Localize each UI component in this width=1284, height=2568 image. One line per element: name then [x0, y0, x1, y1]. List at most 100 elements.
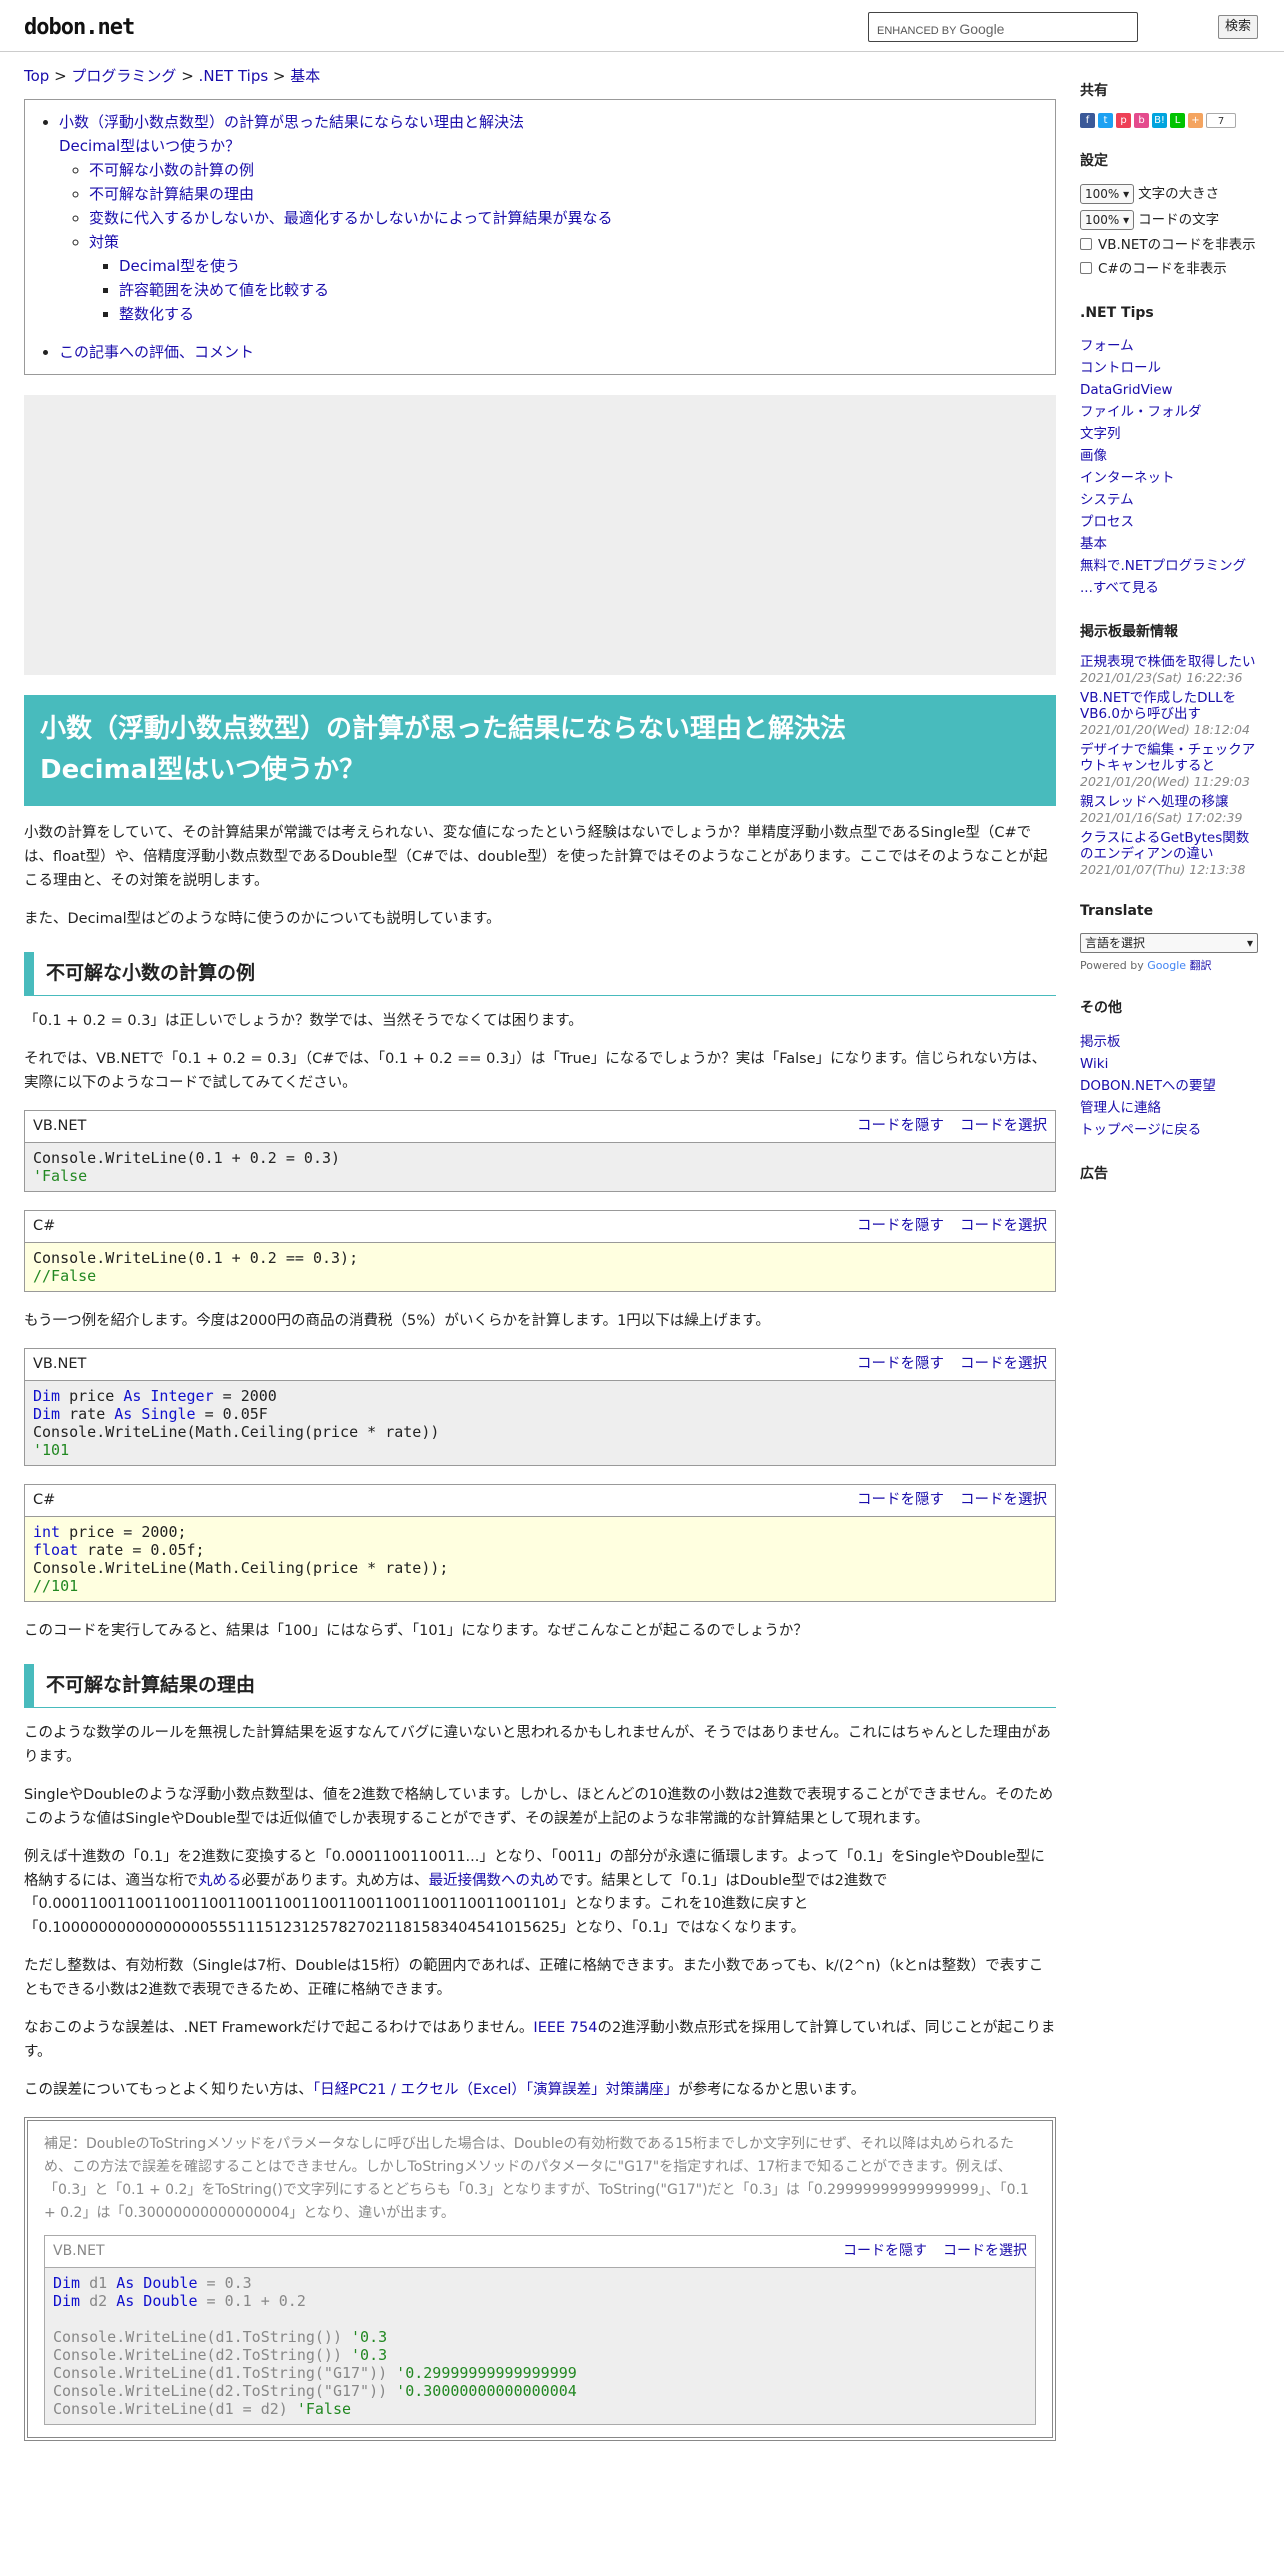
nikkei-link[interactable]: 「日経PC21 / エクセル（Excel）「演算誤差」対策講座」	[313, 2082, 678, 2098]
hatena-icon[interactable]: B!	[1152, 113, 1167, 129]
breadcrumb: Top > プログラミング > .NET Tips > 基本	[24, 67, 321, 85]
site-header: dobon.net ENHANCED BY Google 検索	[0, 0, 1284, 52]
round-half-even-link[interactable]: 最近接偶数への丸め	[429, 1873, 560, 1889]
paragraph: 例えば十進数の「0.1」を2進数に変換すると「0.0001100110011..…	[24, 1848, 1045, 1937]
code-body[interactable]: Console.WriteLine(0.1 + 0.2 == 0.3); //F…	[25, 1242, 1055, 1291]
other-title: その他	[1080, 1000, 1122, 1017]
toc-link-main-sub[interactable]: Decimal型はいつ使うか？	[59, 137, 240, 155]
tips-link[interactable]: DataGridView	[1080, 379, 1260, 401]
toc-link-reason[interactable]: 不可解な計算結果の理由	[89, 185, 254, 203]
toc-link-integer[interactable]: 整数化する	[119, 305, 194, 323]
other-link[interactable]: 管理人に連絡	[1080, 1097, 1260, 1119]
bbs-item: 正規表現で株価を取得したい 2021/01/23(Sat) 16:22:36	[1080, 654, 1256, 686]
facebook-icon[interactable]: f	[1080, 113, 1095, 129]
tips-title: .NET Tips	[1080, 304, 1154, 321]
tips-link[interactable]: ファイル・フォルダ	[1080, 401, 1260, 423]
toc-link-example[interactable]: 不可解な小数の計算の例	[89, 161, 254, 179]
hide-code-button[interactable]: コードを隠す	[843, 2243, 927, 2259]
hide-code-button[interactable]: コードを隠す	[857, 1356, 944, 1372]
paragraph: なおこのような誤差は、.NET Frameworkだけで起こるわけではありません…	[24, 2020, 1056, 2061]
tips-link[interactable]: フォーム	[1080, 335, 1260, 357]
font-size-select[interactable]: 100% ▾	[1080, 184, 1135, 205]
rounding-link[interactable]: 丸める	[198, 1873, 242, 1889]
hide-vb-checkbox[interactable]	[1080, 237, 1092, 250]
select-code-button[interactable]: コードを選択	[960, 1492, 1047, 1508]
pocket-icon[interactable]: p	[1116, 113, 1131, 129]
hide-code-button[interactable]: コードを隠す	[857, 1492, 944, 1508]
code-lang-label: C#	[33, 1491, 56, 1508]
tips-link[interactable]: ...すべて見る	[1080, 577, 1260, 599]
plus-icon[interactable]: +	[1188, 113, 1203, 129]
tips-link[interactable]: コントロール	[1080, 357, 1260, 379]
paragraph: SingleやDoubleのような浮動小数点数型は、値を2進数で格納しています。…	[24, 1786, 1054, 1827]
code-size-select[interactable]: 100% ▾	[1080, 210, 1135, 231]
bbs-title: 掲示板最新情報	[1080, 624, 1178, 641]
hide-code-button[interactable]: コードを隠す	[857, 1118, 944, 1134]
bbs-item: クラスによるGetBytes関数のエンディアンの違い 2021/01/07(Thu…	[1080, 830, 1250, 878]
code-body[interactable]: int price = 2000; float rate = 0.05f; Co…	[25, 1516, 1055, 1601]
powered-by: Powered by Google 翻訳	[1080, 959, 1212, 973]
twitter-icon[interactable]: t	[1098, 113, 1113, 129]
code-body[interactable]: Console.WriteLine(0.1 + 0.2 = 0.3) 'Fals…	[25, 1142, 1055, 1191]
paragraph: また、Decimal型はどのような時に使うのかについても説明しています。	[24, 910, 501, 927]
share-count: 7	[1206, 113, 1236, 129]
hide-cs-checkbox[interactable]	[1080, 261, 1092, 274]
toc-link-main[interactable]: 小数（浮動小数点数型）の計算が思った結果にならない理由と解決法	[59, 113, 524, 131]
breadcrumb-programming[interactable]: プログラミング	[71, 67, 176, 85]
code-body[interactable]: Dim price As Integer = 2000 Dim rate As …	[25, 1380, 1055, 1465]
search-button[interactable]: 検索	[1218, 15, 1258, 39]
tips-link[interactable]: システム	[1080, 489, 1260, 511]
toc-link-decimal[interactable]: Decimal型を使う	[119, 257, 240, 275]
code-lang-label: VB.NET	[53, 2243, 105, 2260]
hide-code-button[interactable]: コードを隠す	[857, 1218, 944, 1234]
share-title: 共有	[1080, 83, 1108, 99]
ieee754-link[interactable]: IEEE 754	[533, 2020, 597, 2036]
other-link[interactable]: Wiki	[1080, 1053, 1260, 1075]
bbs-item: VB.NETで作成したDLLをVB6.0から呼び出す 2021/01/20(Wed…	[1080, 690, 1250, 738]
other-link[interactable]: 掲示板	[1080, 1031, 1260, 1053]
tips-link[interactable]: 画像	[1080, 445, 1260, 467]
article-title: 小数（浮動小数点数型）の計算が思った結果にならない理由と解決法 Decimal型…	[24, 694, 1056, 806]
search-input[interactable]: ENHANCED BY Google	[868, 12, 1138, 42]
search-enhanced-label: ENHANCED BY	[877, 25, 957, 37]
code-lang-label: VB.NET	[33, 1117, 87, 1134]
toc-link-comment[interactable]: この記事への評価、コメント	[59, 343, 254, 361]
code-body[interactable]: Dim d1 As Double = 0.3 Dim d2 As Double …	[45, 2268, 1035, 2425]
paragraph: 「0.1 + 0.2 = 0.3」は正しいでしょうか？数学では、当然そうでなくて…	[24, 1012, 583, 1029]
breadcrumb-basic[interactable]: 基本	[290, 67, 320, 85]
tips-link[interactable]: インターネット	[1080, 467, 1260, 489]
breadcrumb-top[interactable]: Top	[24, 67, 49, 85]
main-content: Top > プログラミング > .NET Tips > 基本 小数（浮動小数点数…	[24, 64, 1056, 2442]
ad-title: 広告	[1080, 1165, 1108, 1182]
tips-link[interactable]: 無料で.NETプログラミング	[1080, 555, 1260, 577]
toc-link-measures[interactable]: 対策	[89, 233, 119, 251]
code-lang-label: C#	[33, 1217, 56, 1234]
select-code-button[interactable]: コードを選択	[943, 2243, 1027, 2259]
select-code-button[interactable]: コードを選択	[960, 1118, 1047, 1134]
language-select[interactable]: 言語を選択 ▾	[1080, 933, 1258, 954]
note-text: 補足：DoubleのToStringメソッドをパラメータなしに呼び出した場合は、…	[44, 2135, 1029, 2222]
line-icon[interactable]: L	[1170, 113, 1185, 129]
code-lang-label: VB.NET	[33, 1355, 87, 1372]
select-code-button[interactable]: コードを選択	[960, 1218, 1047, 1234]
bookmark-icon[interactable]: b	[1134, 113, 1149, 129]
section-heading-reason: 不可解な計算結果の理由	[24, 1663, 1056, 1708]
select-code-button[interactable]: コードを選択	[960, 1356, 1047, 1372]
other-link[interactable]: DOBON.NETへの要望	[1080, 1075, 1260, 1097]
tips-link[interactable]: 基本	[1080, 533, 1260, 555]
bbs-item: デザイナで編集・チェックアウトキャンセルすると 2021/01/20(Wed) 1…	[1080, 742, 1256, 790]
note-box: 補足：DoubleのToStringメソッドをパラメータなしに呼び出した場合は、…	[24, 2116, 1056, 2442]
other-link[interactable]: トップページに戻る	[1080, 1119, 1260, 1141]
toc-link-tolerance[interactable]: 許容範囲を決めて値を比較する	[119, 281, 329, 299]
toc-item: 小数（浮動小数点数型）の計算が思った結果にならない理由と解決法 Decimal型…	[59, 110, 1039, 326]
paragraph: このコードを実行してみると、結果は「100」にはならず、「101」になります。な…	[24, 1622, 808, 1639]
breadcrumb-net-tips[interactable]: .NET Tips	[199, 67, 269, 85]
ad-placeholder	[24, 394, 1056, 675]
site-logo[interactable]: dobon.net	[24, 10, 135, 46]
paragraph: もう一つ例を紹介します。今度は2000円の商品の消費税（5%）がいくらかを計算し…	[24, 1312, 770, 1329]
tips-link[interactable]: プロセス	[1080, 511, 1260, 533]
code-block-vb-1: VB.NET コードを隠す コードを選択 Console.WriteLine(0.…	[24, 1109, 1056, 1192]
tips-link[interactable]: 文字列	[1080, 423, 1260, 445]
paragraph: それでは、VB.NETで「0.1 + 0.2 = 0.3」（C#では、「0.1 …	[24, 1050, 1047, 1091]
toc-link-optimize[interactable]: 変数に代入するかしないか、最適化するかしないかによって計算結果が異なる	[89, 209, 613, 227]
